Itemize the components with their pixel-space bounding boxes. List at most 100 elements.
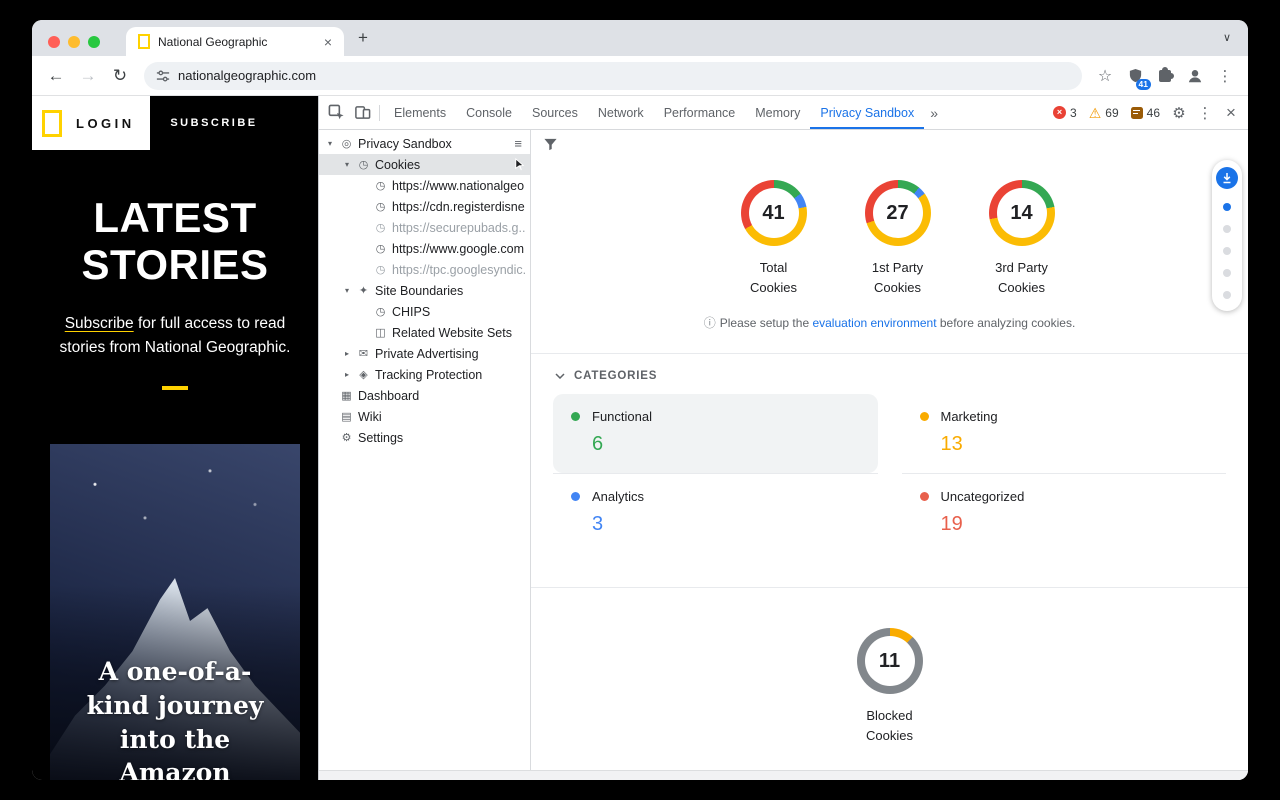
nav-dot-4[interactable]	[1223, 291, 1231, 299]
forward-button[interactable]: →	[74, 62, 102, 90]
sidebar-menu-icon[interactable]: ≡	[514, 136, 526, 151]
nav-dot-3[interactable]	[1223, 269, 1231, 277]
tree-item[interactable]: ▾✦Site Boundaries	[319, 280, 530, 301]
chevron-right-icon[interactable]: ▸	[342, 349, 352, 358]
donut-ring: 41	[741, 180, 807, 246]
tree-item[interactable]: ◫Related Website Sets	[319, 322, 530, 343]
tree-item[interactable]: ▦Dashboard	[319, 385, 530, 406]
nav-dot-0[interactable]	[1223, 203, 1231, 211]
bookmark-star-icon[interactable]: ☆	[1092, 63, 1118, 89]
devtools-close-icon[interactable]: ×	[1218, 96, 1244, 129]
close-window-button[interactable]	[48, 36, 60, 48]
tab-close-icon[interactable]: ×	[320, 34, 336, 50]
tree-item[interactable]: ◷https://tpc.googlesyndic...	[319, 259, 530, 280]
tree-item[interactable]: ▾◷Cookies	[319, 154, 530, 175]
donut-total-cookies: 41 TotalCookies	[724, 180, 824, 298]
donut-label: 1st PartyCookies	[848, 258, 948, 298]
clock-icon: ◷	[373, 200, 388, 213]
tree-item[interactable]: ◷https://www.google.com	[319, 238, 530, 259]
profile-avatar-icon[interactable]	[1182, 63, 1208, 89]
reload-button[interactable]: ↻	[106, 62, 134, 90]
evaluation-environment-link[interactable]: evaluation environment	[812, 316, 936, 330]
warning-counter[interactable]: ⚠69	[1089, 106, 1119, 120]
tab-search-chevron-icon[interactable]: ∨	[1216, 26, 1238, 48]
chevron-down-icon[interactable]: ▾	[342, 286, 352, 295]
devtools-menu-icon[interactable]: ⋮	[1192, 96, 1218, 129]
category-dot-icon	[571, 492, 580, 501]
tree-item[interactable]: ▸◈Tracking Protection	[319, 364, 530, 385]
new-tab-button[interactable]: +	[350, 25, 376, 51]
tree-item-label: CHIPS	[392, 305, 526, 319]
subscribe-button[interactable]: SUBSCRIBE	[150, 96, 278, 150]
back-button[interactable]: ←	[42, 62, 70, 90]
browser-window: National Geographic × + ∨ ← → ↻ national…	[32, 20, 1248, 780]
categories-grid: Functional6 Marketing13 Analytics3 Uncatego…	[531, 394, 1248, 553]
device-toolbar-icon[interactable]	[349, 96, 375, 129]
issue-counters: ×3 ⚠69 46	[1053, 96, 1166, 129]
category-card-analytics[interactable]: Analytics3	[553, 474, 878, 553]
tab-title: National Geographic	[158, 35, 312, 49]
category-name: Functional	[592, 409, 652, 424]
tree-item-label: Cookies	[375, 158, 507, 172]
error-icon: ×	[1053, 106, 1066, 119]
gold-divider	[162, 386, 188, 390]
horizontal-scrollbar[interactable]	[319, 770, 1248, 780]
category-card-uncategorized[interactable]: Uncategorized19	[902, 474, 1227, 553]
devtools-tab-elements[interactable]: Elements	[384, 96, 456, 129]
devtools-settings-icon[interactable]: ⚙	[1166, 96, 1192, 129]
info-icon: ⓘ	[704, 316, 716, 330]
category-card-functional[interactable]: Functional6	[553, 394, 878, 473]
issues-counter[interactable]: 46	[1131, 106, 1160, 120]
tree-item[interactable]: ◷CHIPS	[319, 301, 530, 322]
devtools-tab-privacy-sandbox[interactable]: Privacy Sandbox	[810, 96, 924, 129]
dashboard-icon: ▦	[339, 389, 354, 402]
category-card-marketing[interactable]: Marketing13	[902, 394, 1227, 473]
nav-dot-1[interactable]	[1223, 225, 1231, 233]
devtools-toolbar: ElementsConsoleSourcesNetworkPerformance…	[319, 96, 1248, 130]
error-counter[interactable]: ×3	[1053, 106, 1077, 120]
site-settings-icon[interactable]	[156, 69, 170, 83]
tree-item[interactable]: ▤Wiki	[319, 406, 530, 427]
chevron-right-icon[interactable]: ▸	[342, 370, 352, 379]
download-button[interactable]	[1216, 167, 1238, 189]
category-name: Uncategorized	[941, 489, 1025, 504]
devtools-tab-sources[interactable]: Sources	[522, 96, 588, 129]
minimize-window-button[interactable]	[68, 36, 80, 48]
tree-item[interactable]: ▾◎Privacy Sandbox≡	[319, 133, 530, 154]
mouse-cursor	[513, 158, 526, 171]
privacy-extension-icon[interactable]: 41	[1122, 63, 1148, 89]
devtools-tab-network[interactable]: Network	[588, 96, 654, 129]
login-link[interactable]: LOGIN	[76, 116, 135, 131]
devtools-tab-memory[interactable]: Memory	[745, 96, 810, 129]
tree-item-label: Tracking Protection	[375, 368, 526, 382]
zoom-window-button[interactable]	[88, 36, 100, 48]
categories-section: CATEGORIES Functional6 Marketing13 Analyti…	[531, 353, 1248, 553]
tree-item[interactable]: ◷https://www.nationalgeo	[319, 175, 530, 196]
natgeo-logo[interactable]	[42, 110, 62, 137]
more-tabs-icon[interactable]: »	[924, 96, 944, 129]
browser-tab[interactable]: National Geographic ×	[126, 27, 344, 56]
devtools-tab-performance[interactable]: Performance	[654, 96, 746, 129]
inspect-element-icon[interactable]	[323, 96, 349, 129]
omnibox[interactable]: nationalgeographic.com	[144, 62, 1082, 90]
tree-item[interactable]: ▸✉Private Advertising	[319, 343, 530, 364]
donut-label: TotalCookies	[724, 258, 824, 298]
tree-item[interactable]: ◷https://securepubads.g...	[319, 217, 530, 238]
subscribe-link[interactable]: Subscribe	[65, 315, 134, 332]
tree-item[interactable]: ◷https://cdn.registerdisne	[319, 196, 530, 217]
hero-image[interactable]: A one-of-a-kind journey into the Amazon	[50, 444, 300, 780]
nav-dot-2[interactable]	[1223, 247, 1231, 255]
donut-value: 11	[879, 650, 900, 673]
extensions-puzzle-icon[interactable]	[1152, 63, 1178, 89]
category-dot-icon	[920, 492, 929, 501]
categories-header[interactable]: CATEGORIES	[531, 354, 1248, 394]
tree-item[interactable]: ⚙Settings	[319, 427, 530, 448]
browser-menu-icon[interactable]: ⋮	[1212, 63, 1238, 89]
filter-funnel-icon[interactable]	[543, 137, 558, 152]
chevron-down-icon[interactable]: ▾	[325, 139, 335, 148]
devtools-tab-console[interactable]: Console	[456, 96, 522, 129]
donut-ring: 11	[857, 628, 923, 694]
category-name: Analytics	[592, 489, 644, 504]
category-count: 13	[941, 433, 1209, 456]
chevron-down-icon[interactable]: ▾	[342, 160, 352, 169]
